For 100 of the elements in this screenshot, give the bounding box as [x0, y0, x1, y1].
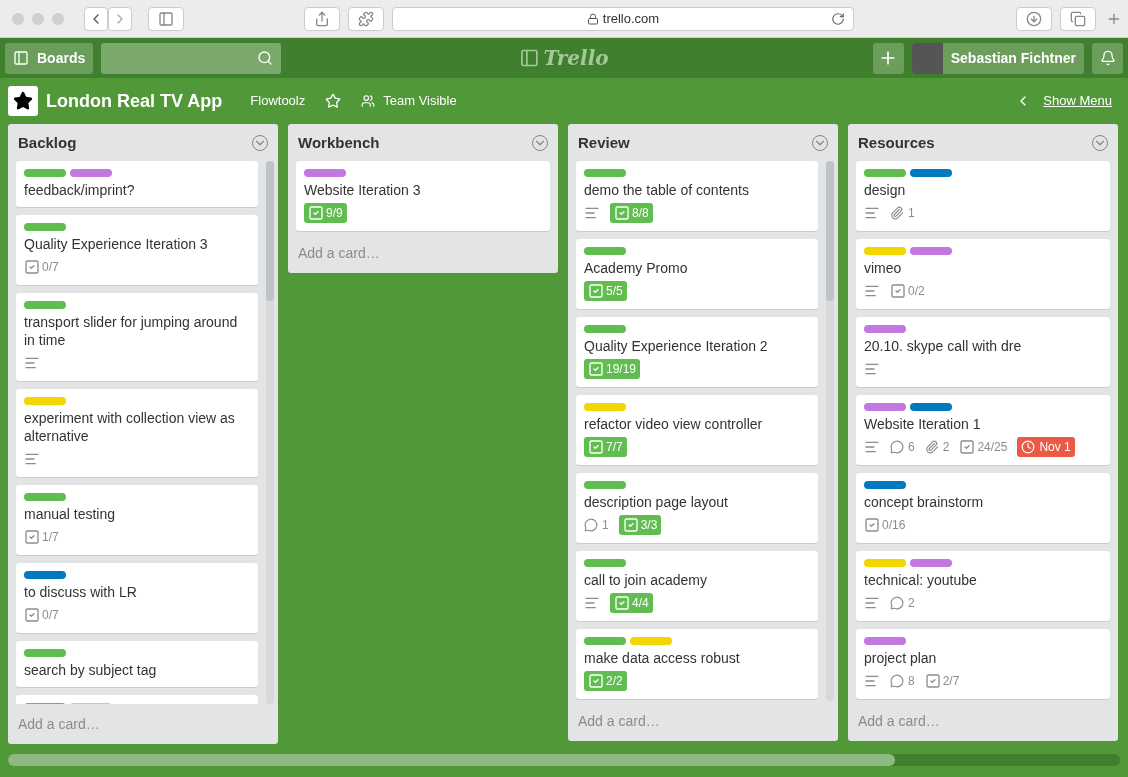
attachment-count: 2	[924, 436, 950, 457]
card[interactable]: Website Iteration 3 9/9	[296, 160, 550, 231]
checkbox-icon	[588, 672, 604, 689]
card[interactable]: feedback/imprint?	[16, 160, 258, 207]
add-button[interactable]	[872, 42, 904, 74]
checklist-badge: 19/19	[584, 358, 641, 379]
card[interactable]: transport slider for jumping around in time	[16, 292, 258, 381]
card-title: concept brainstorm	[864, 492, 985, 511]
extension-button[interactable]	[348, 6, 384, 31]
checkbox-icon	[24, 606, 40, 623]
card[interactable]: Website Iteration 1 6 2 24/25 Nov 1	[856, 394, 1110, 465]
comment-count: 6	[890, 436, 915, 457]
card-title: vimeo	[864, 258, 903, 277]
show-menu-button[interactable]: Show Menu	[1015, 91, 1112, 111]
reload-icon[interactable]	[831, 11, 845, 26]
card-title: Website Iteration 3	[304, 180, 422, 199]
comment-icon	[890, 595, 904, 610]
card-title: design	[864, 180, 907, 199]
checklist-badge: 9/9	[304, 202, 347, 223]
list-title[interactable]: Resources	[858, 132, 935, 155]
card[interactable]: experiment with collection view as alternative	[16, 388, 258, 477]
card[interactable]: manual testing 1/7	[16, 484, 258, 555]
card-title: Quality Experience Iteration 3	[24, 234, 209, 253]
card-title: Quality Experience Iteration 2	[584, 336, 769, 355]
checklist-badge: 7/7	[584, 436, 627, 457]
list-title[interactable]: Workbench	[298, 132, 380, 155]
checkbox-icon	[24, 258, 40, 275]
card-title: call to join academy	[584, 570, 708, 589]
card[interactable]: refactor video view controller 7/7	[576, 394, 818, 465]
tabs-button[interactable]	[1060, 6, 1096, 31]
card[interactable]: Academy Promo 5/5	[576, 238, 818, 309]
checkbox-icon	[588, 360, 604, 377]
download-icon	[1026, 10, 1042, 27]
checklist-count: 0/16	[864, 514, 906, 535]
checkbox-icon	[864, 516, 880, 533]
card[interactable]: concept brainstorm 0/16	[856, 472, 1110, 543]
back-button[interactable]	[84, 6, 108, 31]
comment-count: 2	[890, 592, 915, 613]
card-title: Website Iteration 1	[864, 414, 982, 433]
checklist-badge: 8/8	[610, 202, 653, 223]
board-title[interactable]: London Real TV App	[46, 87, 223, 115]
card[interactable]: vimeo 0/2	[856, 238, 1110, 309]
card[interactable]: search by subject tag	[16, 640, 258, 687]
checklist-badge: 2/2	[584, 670, 627, 691]
visibility-button[interactable]: Team Visible	[361, 91, 457, 111]
search-field[interactable]	[101, 42, 282, 74]
card[interactable]: design 1	[856, 160, 1110, 231]
checkbox-icon	[924, 672, 941, 689]
card-title: 20.10. skype call with dre	[864, 336, 1023, 355]
clock-icon	[1021, 439, 1036, 454]
checkbox-icon	[588, 438, 604, 455]
checkbox-icon	[614, 594, 630, 611]
card-title: Academy Promo	[584, 258, 689, 277]
card[interactable]: demo the table of contents 8/8	[576, 160, 818, 231]
team-link[interactable]: Flowtoolz	[250, 91, 306, 111]
url-text: trello.com	[602, 9, 660, 28]
avatar-placeholder	[911, 42, 943, 74]
comment-icon	[890, 439, 904, 454]
card[interactable]: call to join academy 4/4	[576, 550, 818, 621]
list-scrollbar[interactable]	[266, 160, 274, 704]
card[interactable]: 20.10. skype call with dre	[856, 316, 1110, 387]
list-title[interactable]: Review	[578, 132, 630, 155]
share-button[interactable]	[304, 6, 340, 31]
address-bar[interactable]: trello.com	[392, 6, 854, 31]
checklist-badge: 5/5	[584, 280, 627, 301]
list-scrollbar[interactable]	[826, 160, 834, 701]
notifications-button[interactable]	[1092, 42, 1123, 74]
card[interactable]: make data access robust 2/2	[576, 628, 818, 699]
checklist-count: 2/7	[924, 670, 960, 691]
checkbox-icon	[890, 282, 906, 299]
card[interactable]: description page layout 1 3/3	[576, 472, 818, 543]
card[interactable]: Quality Experience Iteration 2 19/19	[576, 316, 818, 387]
download-button[interactable]	[1016, 6, 1052, 31]
search-icon	[257, 50, 274, 66]
card[interactable]: Quality Experience Iteration 3 0/7	[16, 214, 258, 285]
attachment-count: 1	[890, 202, 915, 223]
checklist-badge: 3/3	[618, 514, 662, 535]
checklist-count: 0/7	[24, 604, 59, 625]
extension-icon	[358, 10, 374, 27]
checklist-count: 24/25	[959, 436, 1008, 457]
due-date-badge: Nov 1	[1017, 436, 1075, 457]
card[interactable]: to discuss with LR 0/7	[16, 562, 258, 633]
list-title[interactable]: Backlog	[18, 132, 77, 155]
forward-button[interactable]	[108, 6, 132, 31]
card[interactable]: project plan 8 2/7	[856, 628, 1110, 699]
board-scrollbar[interactable]	[8, 754, 1120, 766]
paperclip-icon	[924, 439, 939, 454]
card-title: transport slider for jumping around in time	[24, 312, 239, 349]
card-title: to discuss with LR	[24, 582, 138, 601]
checklist-count: 0/2	[890, 280, 925, 301]
checkbox-icon	[614, 204, 630, 221]
checklist-badge: 4/4	[610, 592, 653, 613]
card-title: feedback/imprint?	[24, 180, 136, 199]
card-title: technical: youtube	[864, 570, 978, 589]
card[interactable]: technical: youtube 2	[856, 550, 1110, 621]
checkbox-icon	[308, 204, 324, 221]
star-button[interactable]	[325, 93, 342, 109]
card-title: demo the table of contents	[584, 180, 750, 199]
logo-icon	[519, 48, 540, 68]
sidebar-button[interactable]	[148, 6, 184, 31]
